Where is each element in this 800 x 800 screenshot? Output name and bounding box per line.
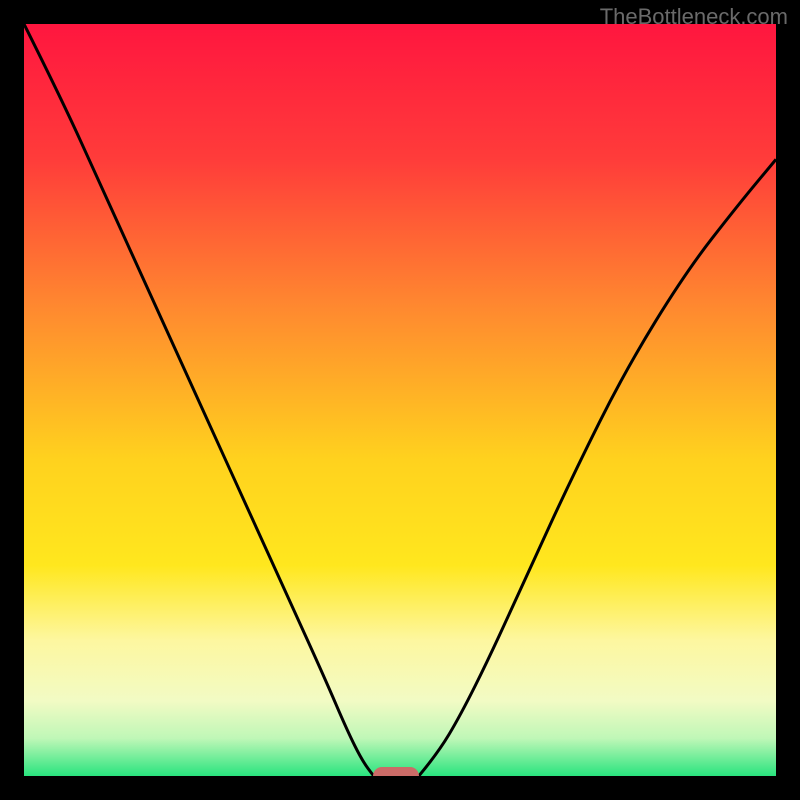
notch-marker: [373, 767, 419, 776]
plot-area: [24, 24, 776, 776]
chart-background: [24, 24, 776, 776]
watermark-text: TheBottleneck.com: [600, 4, 788, 30]
chart-svg: [24, 24, 776, 776]
